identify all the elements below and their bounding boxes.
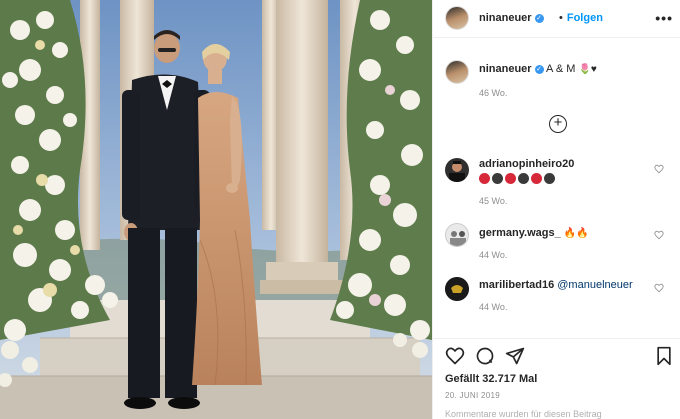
comment-time[interactable]: 44 Wo. <box>479 302 507 312</box>
caption-emoji: 🌷♥ <box>578 64 597 75</box>
follow-label[interactable]: Folgen <box>567 12 603 24</box>
comment-mention[interactable]: @manuelneuer <box>557 279 632 291</box>
author-username-text[interactable]: ninaneuer <box>479 12 532 24</box>
send-icon[interactable] <box>505 346 525 366</box>
heart-icon[interactable] <box>654 283 664 293</box>
post-date[interactable]: 20. JUNI 2019 <box>445 391 500 400</box>
red-circle-icon <box>479 172 490 184</box>
group-photo-icon <box>446 224 468 246</box>
caption: ninaneuer ✓ A & M 🌷♥ <box>479 63 597 75</box>
comment-icon[interactable] <box>475 346 495 366</box>
post-actions: Gefällt 32.717 Mal 20. JUNI 2019 Komment… <box>433 338 680 419</box>
red-circle-icon <box>505 172 516 184</box>
caption-text: A & M <box>546 63 576 75</box>
post-sidebar: ninaneuer ✓ • Folgen ••• ninaneuer ✓ A & M … <box>432 0 680 419</box>
verified-badge-icon: ✓ <box>534 14 544 23</box>
comment-body: germany.wags_ 🔥🔥 <box>479 227 589 239</box>
comment-text-circles <box>479 172 557 184</box>
black-circle-icon <box>492 172 503 184</box>
comments-disabled-note: Kommentare wurden für diesen Beitrag <box>445 409 602 419</box>
red-circle-icon <box>531 172 542 184</box>
comment-avatar[interactable] <box>445 223 469 247</box>
separator-dot: • <box>559 12 563 24</box>
comment-username[interactable]: germany.wags_ <box>479 227 561 239</box>
author-avatar[interactable] <box>445 6 469 30</box>
plus-circle-icon[interactable]: + <box>549 115 567 133</box>
comment-username[interactable]: marilibertad16 <box>479 279 554 291</box>
logo-avatar-icon <box>445 277 469 301</box>
black-circle-icon <box>544 172 555 184</box>
bookmark-icon[interactable] <box>655 346 673 366</box>
instagram-post: ninaneuer ✓ • Folgen ••• ninaneuer ✓ A & M … <box>0 0 680 419</box>
black-circle-icon <box>518 172 529 184</box>
comment-emoji: 🔥🔥 <box>563 228 589 239</box>
caption-avatar[interactable] <box>445 60 469 84</box>
caption-username[interactable]: ninaneuer <box>479 63 532 75</box>
heart-icon[interactable] <box>654 230 664 240</box>
caption-time[interactable]: 46 Wo. <box>479 88 507 98</box>
follow-button[interactable]: • Folgen <box>559 12 603 24</box>
likes-count[interactable]: Gefällt 32.717 Mal <box>445 373 537 385</box>
person-photo-icon <box>449 161 465 182</box>
comment-body: marilibertad16 @manuelneuer <box>479 279 633 291</box>
more-horizontal-icon[interactable]: ••• <box>655 10 673 26</box>
comment-time[interactable]: 44 Wo. <box>479 250 507 260</box>
comment-username[interactable]: adrianopinheiro20 <box>479 158 574 170</box>
wedding-photo-illustration <box>0 0 432 419</box>
comment-avatar[interactable] <box>445 277 469 301</box>
author-username[interactable]: ninaneuer ✓ <box>479 12 544 24</box>
heart-icon[interactable] <box>445 346 465 366</box>
post-header: ninaneuer ✓ • Folgen ••• <box>433 0 680 38</box>
heart-icon[interactable] <box>654 164 664 174</box>
comment-avatar[interactable] <box>445 158 469 182</box>
verified-badge-icon: ✓ <box>534 65 544 74</box>
post-photo[interactable] <box>0 0 432 419</box>
comment-time[interactable]: 45 Wo. <box>479 196 507 206</box>
